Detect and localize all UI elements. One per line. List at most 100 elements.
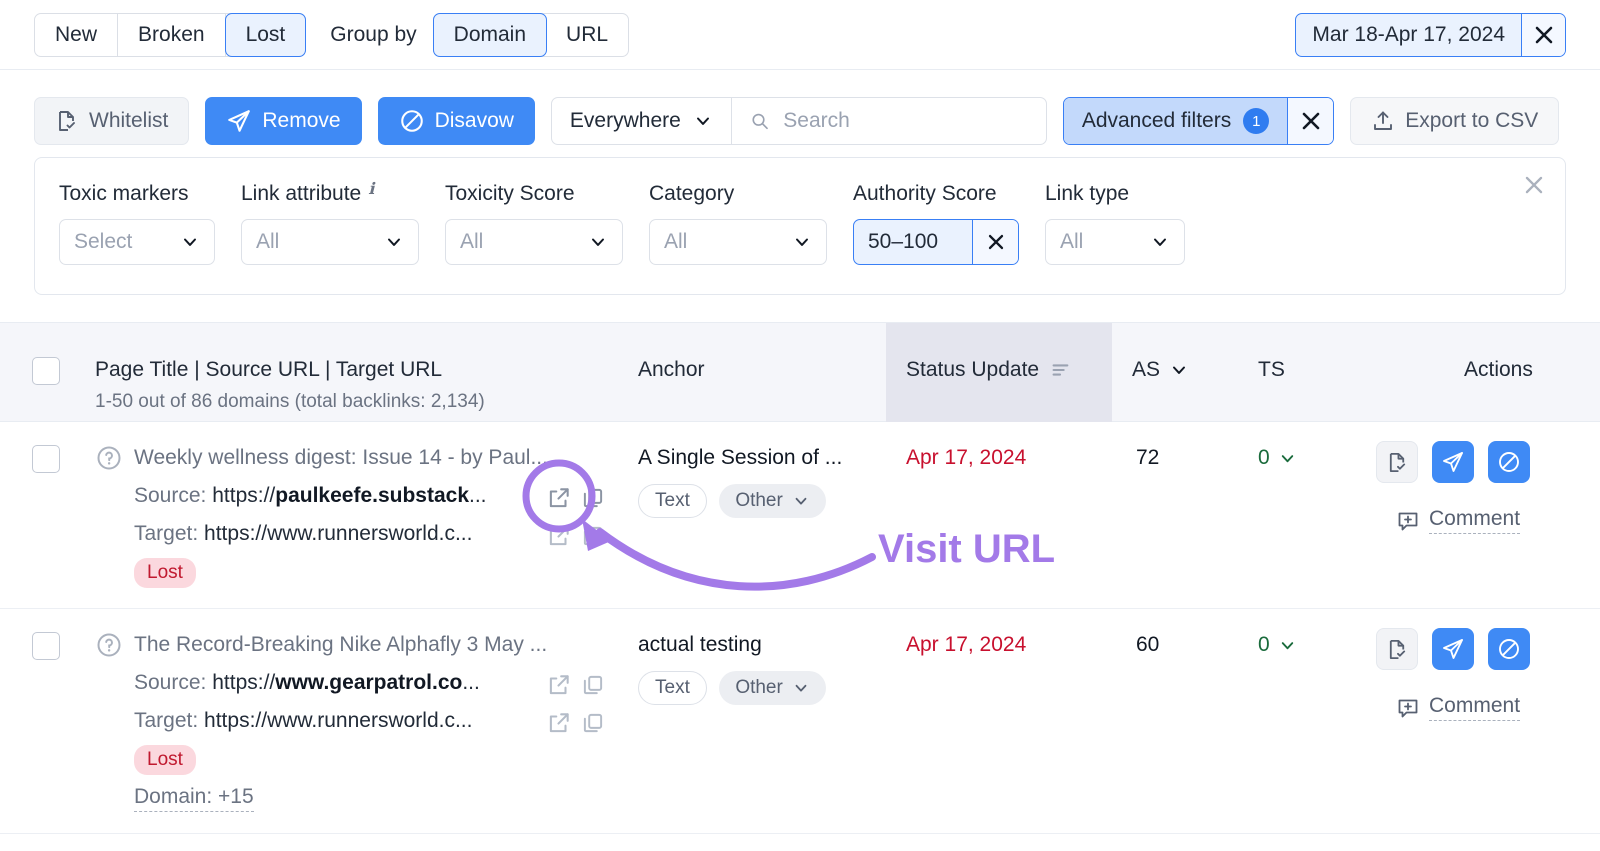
paper-plane-icon xyxy=(228,110,251,132)
search-input[interactable] xyxy=(781,108,1028,134)
file-check-icon xyxy=(1389,639,1405,659)
row-source-label: Source: xyxy=(134,484,207,507)
file-check-icon xyxy=(1389,452,1405,472)
row-checkbox-wrapper xyxy=(32,632,60,665)
ban-icon xyxy=(1499,452,1519,472)
row-domain-more-link[interactable]: Domain: +15 xyxy=(134,785,254,812)
target-external-link-icon-wrapper[interactable] xyxy=(546,523,572,549)
question-circle-icon xyxy=(97,446,121,470)
tab-broken[interactable]: Broken xyxy=(118,13,226,56)
row-comment-label: Comment xyxy=(1429,507,1521,534)
filter-label-toxic-markers: Toxic markers xyxy=(59,182,189,205)
filters-row: Toxic markers Select Link attribute ℹ Al… xyxy=(35,158,1565,265)
chevron-down-icon xyxy=(592,238,604,246)
advanced-filters-panel-close-button[interactable] xyxy=(1521,172,1547,203)
paper-plane-icon xyxy=(1443,639,1463,659)
authority-score-value: 50–100 xyxy=(868,230,939,253)
source-external-link-icon-wrapper[interactable] xyxy=(546,485,572,511)
row-status-badge-wrapper: Lost xyxy=(134,745,196,775)
target-external-link-icon-wrapper[interactable] xyxy=(546,710,572,736)
filter-label-category: Category xyxy=(649,182,735,205)
header-page-title-text: Page Title | Source URL | Target URL xyxy=(95,358,443,381)
date-range-value[interactable]: Mar 18-Apr 17, 2024 xyxy=(1296,14,1521,56)
row-source-domain: www.gearpatrol.co xyxy=(275,671,463,694)
row-source-domain: paulkeefe.substack xyxy=(275,484,470,507)
link-attribute-select[interactable]: All xyxy=(241,219,419,265)
row-status-update: Apr 17, 2024 xyxy=(906,633,1027,656)
search-scope-dropdown[interactable]: Everywhere xyxy=(552,98,732,144)
row-toxicity-score-wrapper: 0 xyxy=(1258,446,1297,470)
row-toxicity-score-wrapper: 0 xyxy=(1258,633,1297,657)
row-toxicity-score[interactable]: 0 xyxy=(1258,633,1297,657)
row-toxicity-score-value: 0 xyxy=(1258,633,1270,656)
select-all-checkbox-wrapper xyxy=(32,357,60,391)
row-comment-button[interactable]: Comment xyxy=(1396,694,1521,721)
row-disavow-button[interactable] xyxy=(1488,628,1530,670)
upload-icon xyxy=(1374,111,1393,130)
remove-button[interactable]: Remove xyxy=(205,97,362,145)
select-all-checkbox[interactable] xyxy=(32,357,60,385)
external-link-icon xyxy=(549,526,569,546)
row-info-icon-wrapper[interactable] xyxy=(95,631,123,664)
row-remove-button[interactable] xyxy=(1432,628,1474,670)
header-status-update-text: Status Update xyxy=(906,358,1040,381)
row-disavow-button[interactable] xyxy=(1488,441,1530,483)
disavow-button[interactable]: Disavow xyxy=(377,97,535,145)
authority-score-select[interactable]: 50–100 xyxy=(853,219,1019,265)
target-copy-icon-wrapper[interactable] xyxy=(580,710,606,736)
link-type-select[interactable]: All xyxy=(1045,219,1185,265)
row-domain-more-wrapper: Domain: +15 xyxy=(134,785,254,812)
export-to-csv-label: Export to CSV xyxy=(1405,109,1539,132)
export-to-csv-button[interactable]: Export to CSV xyxy=(1350,97,1560,145)
disavow-label: Disavow xyxy=(434,109,514,132)
target-copy-icon-wrapper[interactable] xyxy=(580,523,606,549)
external-link-icon xyxy=(549,675,569,695)
tab-lost[interactable]: Lost xyxy=(224,12,307,57)
advanced-filters-panel: Toxic markers Select Link attribute ℹ Al… xyxy=(34,157,1566,295)
row-authority-score: 72 xyxy=(1136,446,1160,469)
row-comment-button[interactable]: Comment xyxy=(1396,507,1521,534)
authority-score-clear-button[interactable] xyxy=(972,220,1018,264)
header-toxicity-score[interactable]: TS xyxy=(1258,358,1285,382)
status-badge: Lost xyxy=(134,745,196,775)
row-page-title[interactable]: The Record-Breaking Nike Alphafly 3 May … xyxy=(134,633,547,657)
search-icon xyxy=(752,113,768,130)
filter-category: Category All xyxy=(649,182,827,265)
external-link-icon xyxy=(549,488,569,508)
header-authority-score[interactable]: AS xyxy=(1132,358,1189,382)
row-toxicity-score[interactable]: 0 xyxy=(1258,446,1297,470)
group-by-segmented-control: Domain URL xyxy=(432,12,630,57)
row-info-icon-wrapper[interactable] xyxy=(95,444,123,477)
header-status-update[interactable]: Status Update xyxy=(906,358,1071,382)
copy-icon xyxy=(583,675,603,695)
source-copy-icon-wrapper[interactable] xyxy=(580,672,606,698)
info-icon[interactable]: ℹ xyxy=(368,182,374,198)
header-anchor[interactable]: Anchor xyxy=(638,358,705,382)
chevron-down-icon xyxy=(696,117,709,125)
advanced-filters-button[interactable]: Advanced filters 1 xyxy=(1063,98,1288,144)
source-external-link-icon-wrapper[interactable] xyxy=(546,672,572,698)
toxic-markers-select[interactable]: Select xyxy=(59,219,215,265)
advanced-filters-clear-button[interactable] xyxy=(1287,98,1334,144)
source-copy-icon-wrapper[interactable] xyxy=(580,485,606,511)
category-select[interactable]: All xyxy=(649,219,827,265)
copy-icon xyxy=(583,488,603,508)
whitelist-button[interactable]: Whitelist xyxy=(34,97,190,145)
anchor-category-pill[interactable]: Other xyxy=(719,484,826,518)
search-control: Everywhere xyxy=(550,97,1047,145)
row-select-checkbox[interactable] xyxy=(32,632,60,660)
row-toxicity-score-value: 0 xyxy=(1258,446,1270,469)
date-range-clear-button[interactable] xyxy=(1521,14,1565,56)
row-checkbox-wrapper xyxy=(32,445,60,478)
group-by-url[interactable]: URL xyxy=(546,13,629,56)
row-whitelist-button[interactable] xyxy=(1376,441,1418,483)
action-toolbar: Whitelist Remove Disavow Everywhere Sear… xyxy=(0,86,1600,156)
tab-new[interactable]: New xyxy=(35,13,119,56)
toxicity-score-select[interactable]: All xyxy=(445,219,623,265)
row-page-title[interactable]: Weekly wellness digest: Issue 14 - by Pa… xyxy=(134,446,548,470)
anchor-category-pill[interactable]: Other xyxy=(719,671,826,705)
group-by-domain[interactable]: Domain xyxy=(432,12,548,57)
row-select-checkbox[interactable] xyxy=(32,445,60,473)
row-remove-button[interactable] xyxy=(1432,441,1474,483)
row-whitelist-button[interactable] xyxy=(1376,628,1418,670)
